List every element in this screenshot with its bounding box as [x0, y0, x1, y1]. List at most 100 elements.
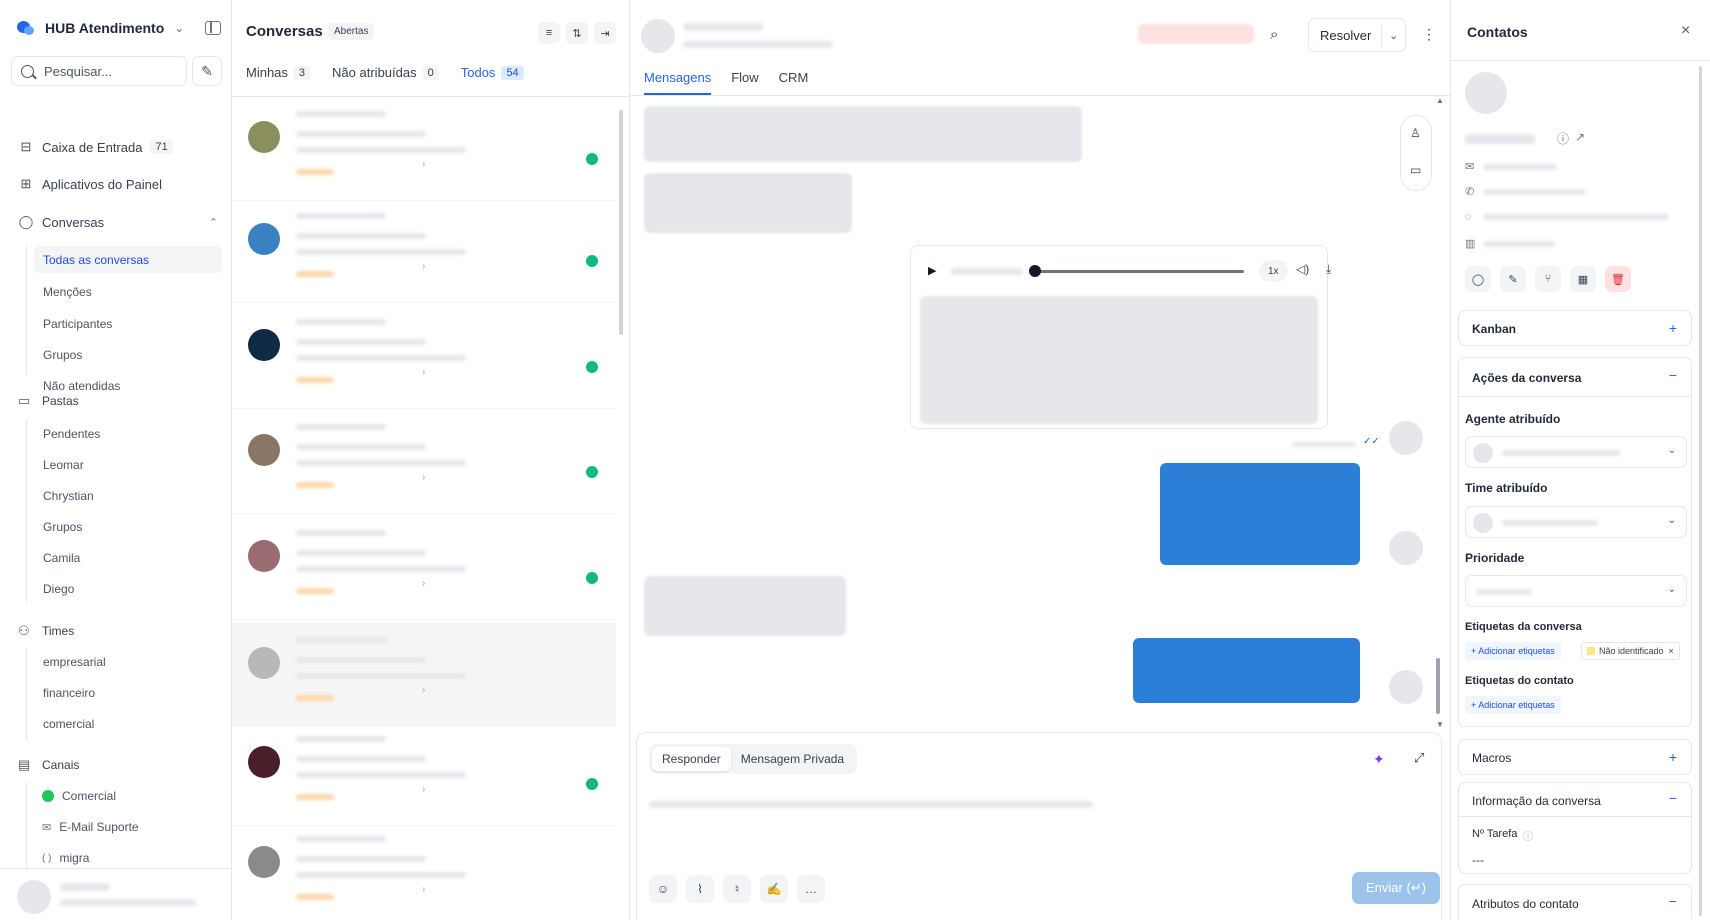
chevron-right-icon[interactable]: › — [422, 685, 425, 696]
folder-item-diego[interactable]: Diego — [34, 575, 222, 602]
search-icon[interactable]: ⌕ — [1270, 26, 1278, 43]
sidebar-item-mentions[interactable]: Menções — [34, 278, 222, 305]
chevron-right-icon[interactable]: › — [422, 472, 425, 483]
play-icon[interactable]: ▶ — [928, 264, 936, 277]
conversation-row[interactable]: › — [232, 623, 616, 727]
scrollbar[interactable] — [1436, 658, 1440, 714]
message-square-icon[interactable]: ▭ — [1410, 163, 1421, 177]
audio-progress[interactable] — [1034, 270, 1244, 273]
resolve-button[interactable]: Resolver ⌄ — [1308, 18, 1406, 52]
add-conversation-label-button[interactable]: + Adicionar etiquetas — [1465, 642, 1561, 660]
conversation-row[interactable]: › — [232, 305, 616, 409]
emoji-button[interactable]: ☺ — [649, 875, 677, 903]
macros-section[interactable]: Macros + — [1458, 739, 1692, 775]
scrollbar[interactable] — [619, 110, 623, 335]
audio-progress-knob[interactable] — [1029, 265, 1041, 277]
tab-mine[interactable]: Minhas 3 — [246, 65, 311, 80]
sidebar-section-folders[interactable]: ▭ Pastas — [18, 393, 79, 409]
edit-contact-button[interactable]: ✎ — [1500, 266, 1526, 292]
sidebar-item-apps[interactable]: ⊞ Aplicativos do Painel — [18, 174, 162, 194]
chevron-right-icon[interactable]: › — [422, 784, 425, 795]
close-icon[interactable]: × — [1681, 22, 1690, 40]
close-icon[interactable]: × — [1669, 646, 1674, 656]
conversation-row[interactable]: › — [232, 199, 616, 303]
sidebar-item-conversations[interactable]: ◯ Conversas ⌃ — [18, 212, 218, 232]
sort-button[interactable]: ⇅ — [566, 22, 588, 44]
expand-icon[interactable]: ⤢ — [1414, 750, 1424, 766]
minus-icon[interactable]: − — [1669, 790, 1677, 806]
sidebar-item-groups[interactable]: Grupos — [34, 341, 222, 368]
volume-icon[interactable]: ◁) — [1296, 262, 1309, 276]
sidebar-section-channels[interactable]: ▤ Canais — [18, 757, 79, 773]
user-profile[interactable] — [0, 868, 232, 920]
add-contact-label-button[interactable]: + Adicionar etiquetas — [1465, 696, 1561, 714]
team-item-comercial[interactable]: comercial — [34, 710, 222, 737]
delete-contact-button[interactable]: 🗑 — [1605, 266, 1631, 292]
message-input[interactable] — [649, 801, 1093, 808]
team-select[interactable]: ⌄ — [1465, 506, 1687, 538]
folder-item-camila[interactable]: Camila — [34, 544, 222, 571]
status-filter[interactable]: Abertas — [328, 23, 375, 40]
minus-icon[interactable]: − — [1669, 893, 1677, 909]
scroll-down-icon[interactable]: ▼ — [1436, 720, 1444, 729]
chevron-right-icon[interactable]: › — [422, 884, 425, 895]
reply-mode-respond[interactable]: Responder — [652, 747, 731, 771]
conversation-row[interactable]: › — [232, 822, 616, 920]
sidebar-item-participants[interactable]: Participantes — [34, 310, 222, 337]
info-icon[interactable]: ⓘ — [1557, 130, 1569, 147]
reply-mode-private[interactable]: Mensagem Privada — [731, 747, 854, 771]
agent-select[interactable]: ⌄ — [1465, 436, 1687, 468]
sidebar-section-teams[interactable]: ⚇ Times — [18, 623, 74, 639]
channel-item-comercial[interactable]: Comercial — [42, 789, 116, 803]
conversation-row[interactable]: › — [232, 410, 616, 514]
chevron-right-icon[interactable]: › — [422, 159, 425, 170]
download-icon[interactable]: ⤓ — [1326, 262, 1331, 277]
more-vertical-icon[interactable]: ⋮ — [1422, 26, 1436, 43]
audio-record-button[interactable]: ♮ — [723, 875, 751, 903]
attach-button[interactable]: ⌇ — [686, 875, 714, 903]
compose-button[interactable]: ✎ — [192, 56, 222, 86]
team-item-financeiro[interactable]: financeiro — [34, 679, 222, 706]
chevron-right-icon[interactable]: › — [422, 261, 425, 272]
chevron-down-icon[interactable]: ⌄ — [1389, 29, 1398, 42]
external-link-icon[interactable]: ↗ — [1575, 130, 1585, 144]
channel-item-email[interactable]: ✉ E-Mail Suporte — [42, 820, 139, 834]
label-tag[interactable]: Não identificado × — [1581, 642, 1680, 660]
folder-item-leomar[interactable]: Leomar — [34, 451, 222, 478]
signature-button[interactable]: ✍ — [760, 875, 788, 903]
priority-select[interactable]: ⌄ — [1465, 575, 1687, 607]
conversation-row[interactable]: › — [232, 516, 616, 620]
brand-switcher[interactable]: HUB Atendimento ⌄ — [16, 16, 221, 40]
contact-attributes-section[interactable]: Atributos do contato − — [1458, 884, 1692, 920]
kanban-section[interactable]: Kanban + — [1458, 310, 1692, 346]
folder-item-chrystian[interactable]: Chrystian — [34, 482, 222, 509]
contact-avatar[interactable] — [641, 19, 675, 53]
speed-button[interactable]: 1x — [1259, 260, 1288, 282]
new-message-button[interactable]: ◯ — [1465, 266, 1491, 292]
channel-item-migra[interactable]: ( ) migra — [42, 851, 89, 865]
tab-crm[interactable]: CRM — [779, 70, 809, 95]
plus-icon[interactable]: + — [1669, 749, 1677, 765]
folder-item-groups[interactable]: Grupos — [34, 513, 222, 540]
sidebar-item-all-conversations[interactable]: Todas as conversas — [34, 246, 222, 273]
chevron-right-icon[interactable]: › — [422, 578, 425, 589]
search-input[interactable]: Pesquisar... — [11, 56, 187, 86]
user-icon[interactable]: ♙ — [1410, 126, 1421, 140]
folder-item-pending[interactable]: Pendentes — [34, 420, 222, 447]
minus-icon[interactable]: − — [1669, 367, 1677, 383]
canned-response-button[interactable]: … — [797, 875, 825, 903]
scroll-up-icon[interactable]: ▲ — [1436, 96, 1444, 105]
tab-flow[interactable]: Flow — [731, 70, 758, 95]
send-button[interactable]: Enviar (↵) — [1352, 872, 1440, 904]
tab-messages[interactable]: Mensagens — [644, 70, 712, 95]
collapse-button[interactable]: ⇥ — [594, 22, 616, 44]
plus-icon[interactable]: + — [1669, 320, 1677, 336]
chevron-right-icon[interactable]: › — [422, 367, 425, 378]
team-item-empresarial[interactable]: empresarial — [34, 648, 222, 675]
scrollbar[interactable] — [1699, 66, 1702, 916]
merge-contact-button[interactable]: ⑂ — [1535, 266, 1561, 292]
sparkles-icon[interactable]: ✦ — [1373, 751, 1385, 768]
sidebar-item-inbox[interactable]: ⊟ Caixa de Entrada 71 — [18, 137, 173, 157]
filter-button[interactable]: ≡ — [538, 22, 560, 44]
tab-all[interactable]: Todos 54 — [461, 65, 524, 80]
